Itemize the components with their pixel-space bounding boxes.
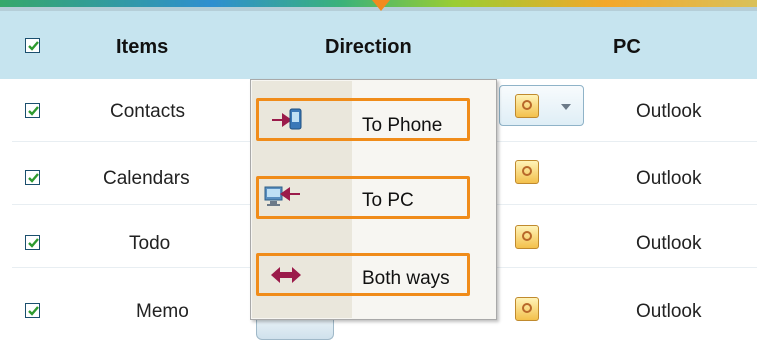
pc-column-header: PC <box>613 36 641 58</box>
menu-item-label: To PC <box>362 190 414 211</box>
to-pc-icon <box>264 186 300 206</box>
pc-app-name: Outlook <box>636 101 702 122</box>
pc-app-dropdown[interactable] <box>499 85 584 126</box>
item-name: Contacts <box>110 101 185 122</box>
row-checkbox[interactable] <box>25 235 40 250</box>
check-icon <box>28 306 39 316</box>
check-icon <box>28 41 39 51</box>
outlook-icon <box>515 225 539 249</box>
menu-item-label: To Phone <box>362 115 443 136</box>
item-name: Todo <box>129 233 171 254</box>
indicator-marker <box>372 0 390 11</box>
pc-app-name: Outlook <box>636 168 702 189</box>
select-all-checkbox[interactable] <box>25 38 40 53</box>
row-checkbox[interactable] <box>25 303 40 318</box>
item-name: Calendars <box>103 168 190 189</box>
outlook-icon <box>515 297 539 321</box>
direction-column-header: Direction <box>325 36 412 58</box>
outlook-icon <box>515 160 539 184</box>
pc-app-name: Outlook <box>636 233 702 254</box>
chevron-down-icon[interactable] <box>561 104 571 110</box>
item-name: Memo <box>136 301 189 322</box>
to-phone-icon <box>272 108 302 130</box>
both-ways-icon <box>271 267 301 283</box>
table-header: Items Direction PC <box>0 11 757 80</box>
items-column-header: Items <box>116 36 169 58</box>
menu-item-label: Both ways <box>362 268 450 289</box>
check-icon <box>28 173 39 183</box>
outlook-icon <box>515 94 539 118</box>
direction-button[interactable] <box>256 318 334 340</box>
row-checkbox[interactable] <box>25 170 40 185</box>
check-icon <box>28 106 39 116</box>
pc-app-name: Outlook <box>636 301 702 322</box>
row-checkbox[interactable] <box>25 103 40 118</box>
check-icon <box>28 238 39 248</box>
